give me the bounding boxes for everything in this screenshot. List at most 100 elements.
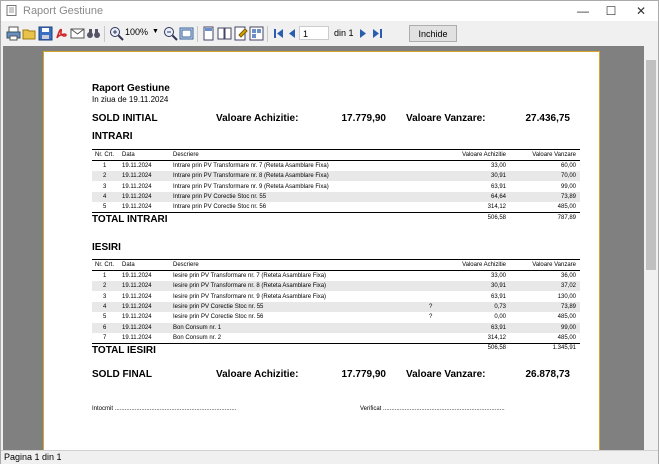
row-date: 19.11.2024 [122, 163, 152, 169]
row-vanzare: 36,00 [560, 273, 576, 279]
header-vanzare: Valoare Vanzare [532, 152, 576, 158]
maximize-button[interactable]: ☐ [597, 1, 625, 21]
next-page-icon[interactable] [355, 26, 370, 41]
save-icon[interactable] [38, 26, 53, 41]
toolbar-separator [104, 26, 105, 42]
last-page-icon[interactable] [370, 26, 385, 41]
total-iesiri-vanzare: 1.345,91 [552, 345, 576, 351]
report-date: In ziua de 19.11.2024 [92, 95, 169, 104]
iesiri-header-row: Nr. Crt. Data Descriere Valoare Achiziti… [92, 260, 580, 270]
zoom-out-icon[interactable] [163, 26, 178, 41]
row-number: 4 [103, 193, 107, 200]
verificat-signature: Verificat ..............................… [360, 406, 505, 412]
row-vanzare: 73,89 [560, 193, 576, 200]
sold-initial-achizitie-label: Valoare Achizitie: [216, 113, 299, 124]
row-description: Intrare prin PV Corectie Stoc nr. 55 [173, 193, 267, 200]
sold-initial-vanzare-label: Valoare Vanzare: [406, 113, 486, 124]
report-page: Raport Gestiune In ziua de 19.11.2024 SO… [43, 51, 600, 450]
row-vanzare: 70,00 [560, 173, 576, 180]
toolbar-separator [267, 26, 268, 42]
vertical-scrollbar[interactable] [644, 46, 658, 450]
divider [92, 343, 580, 344]
single-page-icon[interactable] [201, 26, 216, 41]
page-setup-icon[interactable] [233, 26, 248, 41]
table-row: 7 19.11.2024 Bon Consum nr. 2 314,12 485,00 [92, 333, 580, 343]
first-page-icon[interactable] [271, 26, 286, 41]
close-button[interactable]: Inchide [409, 25, 457, 42]
row-achizitie: 63,91 [490, 183, 506, 190]
total-iesiri-achizitie: 506,58 [487, 345, 506, 351]
page-width-icon[interactable] [179, 26, 194, 41]
row-vanzare: 99,00 [560, 183, 576, 190]
table-row: 3 19.11.2024 Intrare prin PV Transformare … [92, 182, 580, 192]
row-achizitie: 314,12 [487, 204, 506, 211]
total-iesiri-label: TOTAL IESIRI [92, 345, 156, 356]
thumbnails-icon[interactable] [249, 26, 264, 41]
table-row: 5 19.11.2024 Intrare prin PV Corectie Stoc… [92, 202, 580, 212]
divider [92, 212, 580, 213]
table-row: 1 19.11.2024 Intrare prin PV Transformare … [92, 161, 580, 171]
intrari-title: INTRARI [92, 131, 133, 142]
row-description: Iesire prin PV Transformare nr. 8 (Retet… [173, 283, 327, 290]
chevron-down-icon[interactable]: ▼ [152, 28, 159, 35]
row-number: 7 [103, 334, 107, 341]
row-date: 19.11.2024 [122, 293, 152, 300]
header-achizitie: Valoare Achizitie [462, 262, 506, 268]
scrollbar-thumb[interactable] [646, 60, 656, 270]
header-vanzare: Valoare Vanzare [532, 262, 576, 268]
table-row: 6 19.11.2024 Bon Consum nr. 1 63,91 99,00 [92, 322, 580, 333]
row-vanzare: 60,00 [560, 163, 576, 169]
zoom-select[interactable]: 100% [125, 27, 148, 37]
row-date: 19.11.2024 [122, 303, 152, 310]
sold-final-achizitie-label: Valoare Achizitie: [216, 369, 299, 380]
report-viewer[interactable]: Raport Gestiune In ziua de 19.11.2024 SO… [3, 46, 644, 450]
email-icon[interactable] [70, 26, 85, 41]
row-achizitie: 33,00 [490, 163, 506, 169]
row-description: Iesire prin PV Corectie Stoc nr. 55 [173, 303, 264, 310]
header-descriere: Descriere [173, 262, 199, 268]
row-date: 19.11.2024 [122, 193, 152, 200]
toolbar-separator [197, 26, 198, 42]
close-window-button[interactable]: ✕ [627, 1, 655, 21]
row-description: Intrare prin PV Transformare nr. 7 (Rete… [173, 163, 329, 169]
row-description: Iesire prin PV Transformare nr. 9 (Retet… [173, 293, 327, 300]
row-achizitie: 30,91 [490, 173, 506, 180]
row-achizitie: 0,73 [494, 303, 506, 310]
row-vanzare: 37,02 [560, 283, 576, 290]
row-date: 19.11.2024 [122, 173, 152, 180]
previous-page-icon[interactable] [285, 26, 300, 41]
row-vanzare: 99,00 [560, 324, 576, 331]
row-vanzare: 130,00 [557, 293, 576, 300]
app-icon [6, 5, 17, 16]
row-number: 1 [103, 163, 107, 169]
total-intrari-label: TOTAL INTRARI [92, 214, 168, 225]
row-achizitie: 30,91 [490, 283, 506, 290]
row-vanzare: 73,89 [560, 303, 576, 310]
page-number-input[interactable]: 1 [299, 26, 329, 40]
table-row: 2 19.11.2024 Intrare prin PV Transformare … [92, 171, 580, 182]
header-descriere: Descriere [173, 152, 199, 158]
toolbar: 100% ▼ 1 din 1 Inchide [1, 23, 658, 45]
two-page-icon[interactable] [217, 26, 232, 41]
row-description: Bon Consum nr. 1 [173, 324, 222, 331]
pdf-export-icon[interactable] [54, 26, 69, 41]
find-icon[interactable] [86, 26, 101, 41]
sold-initial-achizitie: 17.779,90 [341, 113, 387, 124]
minimize-button[interactable]: — [569, 1, 597, 21]
row-description: Intrare prin PV Transformare nr. 9 (Rete… [173, 183, 329, 190]
row-achizitie: 0,00 [494, 314, 506, 321]
sold-final-achizitie: 17.779,90 [341, 369, 387, 380]
row-description: Intrare prin PV Corectie Stoc nr. 56 [173, 204, 267, 211]
row-date: 19.11.2024 [122, 183, 152, 190]
sold-initial-label: SOLD INITIAL [92, 113, 158, 124]
row-number: 5 [103, 314, 107, 321]
zoom-in-icon[interactable] [109, 26, 124, 41]
status-text: Pagina 1 din 1 [4, 452, 62, 462]
row-number: 3 [103, 183, 107, 190]
open-folder-icon[interactable] [22, 26, 37, 41]
header-nr: Nr. Crt. [95, 152, 114, 158]
total-intrari-vanzare: 787,89 [557, 215, 576, 221]
sold-final-vanzare-label: Valoare Vanzare: [406, 369, 486, 380]
print-icon[interactable] [6, 26, 21, 41]
row-date: 19.11.2024 [122, 204, 152, 211]
